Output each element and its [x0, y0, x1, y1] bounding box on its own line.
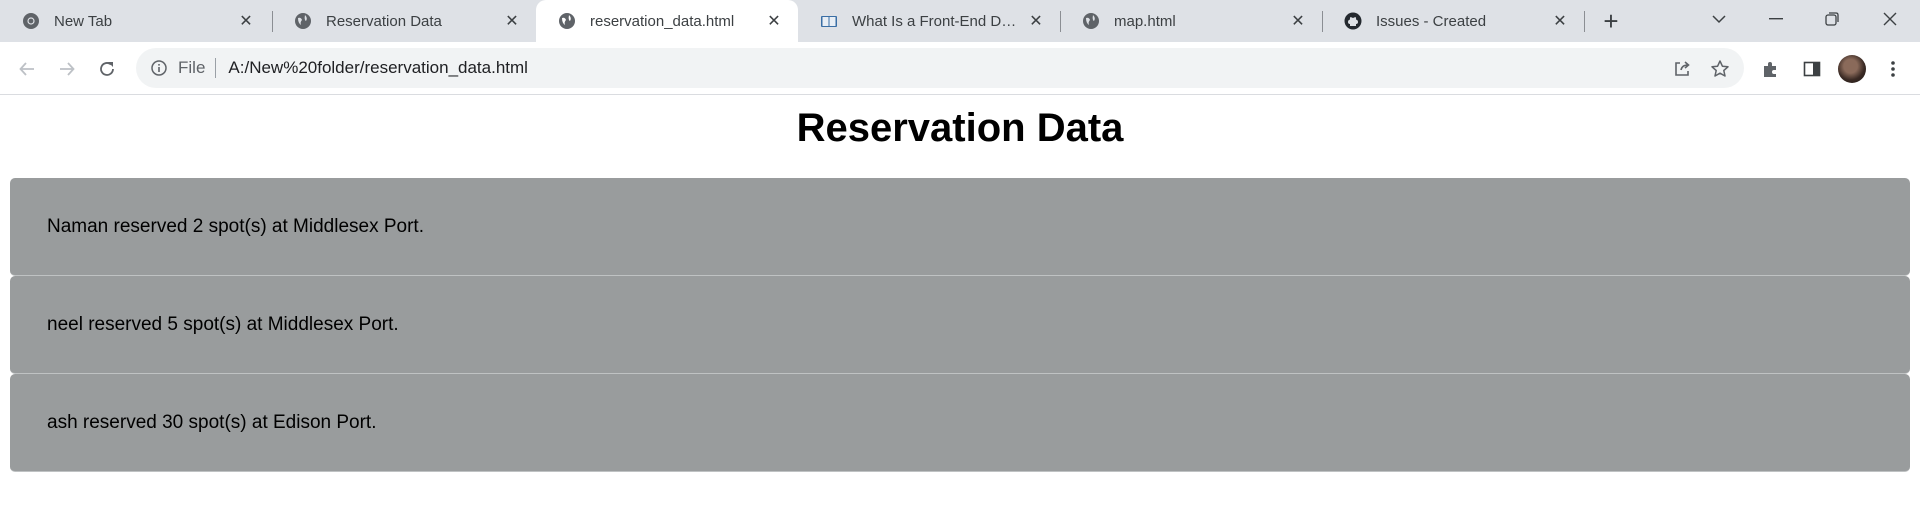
tab-search-button[interactable] [1691, 0, 1747, 38]
url-text[interactable]: A:/New%20folder/reservation_data.html [228, 58, 528, 78]
reservation-item: Naman reserved 2 spot(s) at Middlesex Po… [10, 178, 1910, 276]
close-icon[interactable]: ✕ [1550, 11, 1570, 31]
arrow-left-icon [19, 62, 34, 76]
book-icon [820, 12, 838, 30]
tab-title: Reservation Data [326, 12, 442, 30]
reservation-list: Naman reserved 2 spot(s) at Middlesex Po… [10, 178, 1910, 472]
tab-reservation-data[interactable]: Reservation Data ✕ [272, 0, 536, 42]
tab-title: New Tab [54, 12, 113, 30]
divider [215, 58, 217, 78]
close-icon[interactable]: ✕ [764, 11, 784, 31]
new-tab-button[interactable]: + [1596, 6, 1626, 36]
tab-title: map.html [1114, 12, 1176, 30]
tab-new-tab[interactable]: New Tab ✕ [0, 0, 270, 42]
restore-button[interactable] [1804, 0, 1860, 38]
globe-icon [294, 12, 312, 30]
page-content: Reservation Data Naman reserved 2 spot(s… [0, 96, 1920, 523]
reload-icon [100, 62, 114, 76]
chrome-icon [22, 12, 40, 30]
reservation-item: neel reserved 5 spot(s) at Middlesex Por… [10, 276, 1910, 374]
close-icon[interactable]: ✕ [502, 11, 522, 31]
chevron-down-icon [1712, 15, 1726, 24]
globe-icon [1082, 12, 1100, 30]
side-panel-icon[interactable] [1800, 57, 1824, 81]
forward-button[interactable] [51, 53, 83, 85]
close-icon[interactable]: ✕ [1288, 11, 1308, 31]
tab-title: What Is a Front-End Develo [852, 12, 1018, 30]
browser-toolbar: File A:/New%20folder/reservation_data.ht… [0, 42, 1920, 95]
back-button[interactable] [11, 53, 43, 85]
extensions-icon[interactable] [1759, 57, 1783, 81]
arrow-right-icon [60, 62, 75, 76]
reservation-item: ash reserved 30 spot(s) at Edison Port. [10, 374, 1910, 472]
share-icon[interactable] [1671, 58, 1693, 80]
github-icon [1344, 12, 1362, 30]
avatar[interactable] [1838, 55, 1866, 83]
globe-icon [558, 12, 576, 30]
bookmark-star-icon[interactable] [1709, 58, 1731, 80]
tab-strip: New Tab ✕ Reservation Data ✕ reservation… [0, 0, 1920, 42]
tab-title: Issues - Created [1376, 12, 1487, 30]
tab-issues-created[interactable]: Issues - Created ✕ [1322, 0, 1584, 42]
tab-separator [1584, 11, 1585, 32]
close-window-button[interactable] [1862, 0, 1918, 38]
info-icon[interactable] [150, 59, 168, 77]
close-icon[interactable]: ✕ [236, 11, 256, 31]
tab-reservation-data-html[interactable]: reservation_data.html ✕ [536, 0, 798, 42]
close-icon[interactable]: ✕ [1026, 11, 1046, 31]
tab-front-end-developer[interactable]: What Is a Front-End Develo ✕ [798, 0, 1060, 42]
minimize-button[interactable] [1748, 0, 1804, 38]
tab-map-html[interactable]: map.html ✕ [1060, 0, 1322, 42]
address-bar[interactable]: File A:/New%20folder/reservation_data.ht… [136, 48, 1744, 88]
page-title: Reservation Data [796, 106, 1124, 150]
scheme-label: File [178, 58, 206, 77]
tab-title: reservation_data.html [590, 12, 735, 30]
reload-button[interactable] [91, 53, 123, 85]
more-options-icon[interactable] [1881, 57, 1905, 81]
